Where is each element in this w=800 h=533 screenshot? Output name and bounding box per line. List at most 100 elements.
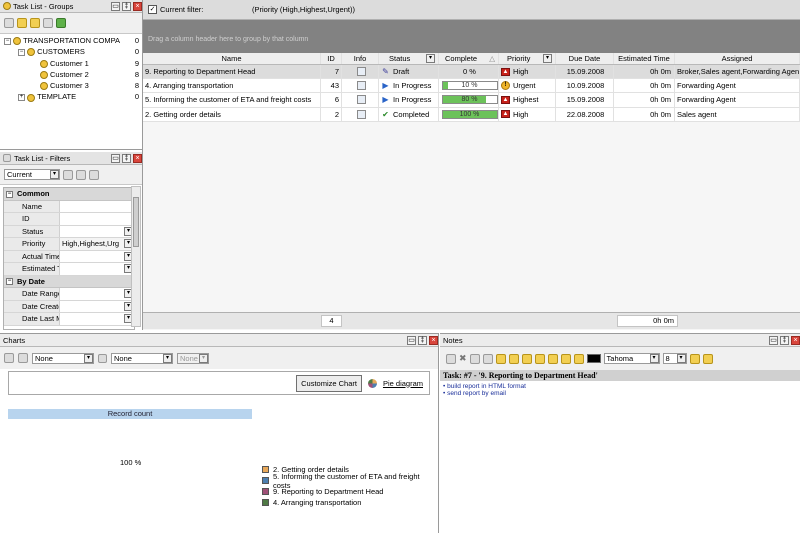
prop-estimated-time[interactable]: Estimated T ▾ <box>4 263 134 276</box>
float-window-button[interactable]: ▭ <box>407 335 416 345</box>
tree-node-customer-2[interactable]: Customer 2 8 <box>0 69 142 80</box>
prop-id[interactable]: ID <box>4 213 134 226</box>
collapse-icon[interactable]: − <box>4 37 11 45</box>
cell-info[interactable] <box>342 93 379 107</box>
table-row[interactable]: 2. Getting order details 2 ✔ Completed 10… <box>143 107 800 122</box>
delete-note-icon[interactable]: ✖ <box>459 353 467 364</box>
col-name[interactable]: Name <box>143 53 321 64</box>
col-complete[interactable]: Complete △ <box>439 53 499 64</box>
chevron-down-icon: ▾ <box>163 353 172 363</box>
collapse-icon[interactable]: − <box>18 48 25 56</box>
pin-window-button[interactable]: ‡ <box>122 1 131 11</box>
add-group-icon[interactable] <box>17 18 27 28</box>
chevron-down-icon[interactable]: ▾ <box>543 54 552 63</box>
prop-priority[interactable]: Priority High,Highest,Urg ▾ <box>4 238 134 251</box>
pie-diagram-link[interactable]: Pie diagram <box>383 379 423 388</box>
chart-save-icon[interactable] <box>4 353 14 363</box>
close-groups-button[interactable]: × <box>133 1 142 11</box>
align-center-icon[interactable] <box>547 353 558 364</box>
chart-print-icon[interactable] <box>18 353 28 363</box>
float-window-button[interactable]: ▭ <box>111 153 120 163</box>
cell-info[interactable] <box>342 79 379 93</box>
chart-field-1-select[interactable]: None ▾ <box>32 352 94 364</box>
group-by-area[interactable]: Drag a column header here to group by th… <box>143 20 800 53</box>
print-icon[interactable] <box>482 353 493 364</box>
bullets-icon[interactable] <box>573 353 584 364</box>
col-estimated-time[interactable]: Estimated Time <box>614 53 675 64</box>
tree-node-customer-1[interactable]: Customer 1 9 <box>0 58 142 69</box>
tree-node-template[interactable]: + TEMPLATE 0 <box>0 91 142 102</box>
filter-preset-select[interactable]: Current ▾ <box>4 169 60 180</box>
col-info[interactable]: Info <box>342 53 379 64</box>
bold-icon[interactable] <box>495 353 506 364</box>
collapse-icon[interactable]: − <box>6 190 13 198</box>
italic-icon[interactable] <box>508 353 519 364</box>
filter-checkbox[interactable]: ✓ <box>148 5 157 14</box>
customize-chart-button[interactable]: Customize Chart <box>296 374 362 392</box>
float-window-button[interactable]: ▭ <box>111 1 120 11</box>
font-grow-icon[interactable] <box>689 353 700 364</box>
prop-status[interactable]: Status ▾ <box>4 225 134 238</box>
chevron-down-icon: ▾ <box>676 354 686 363</box>
close-notes-button[interactable]: × <box>791 335 800 345</box>
tree-node-customer-3[interactable]: Customer 3 8 <box>0 80 142 91</box>
filter-options-icon[interactable] <box>76 169 86 180</box>
prop-name[interactable]: Name <box>4 200 134 213</box>
note-body[interactable]: • build report in HTML format • send rep… <box>440 381 800 399</box>
float-window-button[interactable]: ▭ <box>769 335 778 345</box>
col-id[interactable]: ID <box>321 53 342 64</box>
priority-high-icon: ▲ <box>501 67 510 76</box>
pie-chart-icon <box>367 378 377 388</box>
attachment-icon[interactable] <box>356 81 366 91</box>
cell-info[interactable] <box>342 65 379 79</box>
chart-field-3-select[interactable]: None ▾ <box>177 352 209 364</box>
attachment-icon[interactable] <box>356 95 366 105</box>
collapse-icon[interactable]: − <box>6 278 13 286</box>
attachment-icon[interactable] <box>356 67 366 77</box>
table-row[interactable]: 4. Arranging transportation 43 ▶ In Progr… <box>143 79 800 94</box>
save-filter-icon[interactable] <box>63 169 73 180</box>
col-assigned[interactable]: Assigned <box>675 53 800 64</box>
col-due-date[interactable]: Due Date <box>556 53 614 64</box>
chevron-down-icon[interactable]: ▾ <box>426 54 435 63</box>
filters-scrollbar[interactable] <box>131 186 141 327</box>
pin-window-button[interactable]: ‡ <box>122 153 131 163</box>
prop-date-range[interactable]: Date Range ▾ <box>4 288 134 301</box>
filter-icon[interactable] <box>4 18 14 28</box>
close-charts-button[interactable]: × <box>429 335 438 345</box>
scroll-thumb[interactable] <box>133 197 139 247</box>
tree-node-customers[interactable]: − CUSTOMERS 0 <box>0 46 142 57</box>
align-left-icon[interactable] <box>534 353 545 364</box>
prop-date-last-modified[interactable]: Date Last M ▾ <box>4 313 134 326</box>
font-color-picker[interactable] <box>586 354 601 363</box>
pin-window-button[interactable]: ‡ <box>418 335 427 345</box>
font-shrink-icon[interactable] <box>702 353 713 364</box>
chart-field-2-select[interactable]: None ▾ <box>111 352 173 364</box>
save-note-icon[interactable] <box>446 353 456 364</box>
expand-icon[interactable]: + <box>18 94 25 101</box>
pin-window-button[interactable]: ‡ <box>780 335 789 345</box>
category-by-date[interactable]: − By Date <box>4 275 134 288</box>
prop-value[interactable]: High,Highest,Urg <box>60 239 124 248</box>
tree-node-root[interactable]: − TRANSPORTATION COMPA 0 <box>0 35 142 46</box>
attachment-icon[interactable] <box>356 109 366 119</box>
col-priority[interactable]: Priority ▾ <box>499 53 556 64</box>
font-size-select[interactable]: 8 ▾ <box>662 353 687 364</box>
add-subgroup-icon[interactable] <box>30 18 40 28</box>
font-family-select[interactable]: Tahoma ▾ <box>603 353 660 364</box>
edit-group-icon[interactable] <box>43 18 53 28</box>
refresh-icon[interactable] <box>56 18 66 28</box>
table-row[interactable]: 9. Reporting to Department Head 7 ✎ Draft… <box>143 65 800 80</box>
underline-icon[interactable] <box>521 353 532 364</box>
cell-complete: 10 % <box>439 79 499 93</box>
table-row[interactable]: 5. Informing the customer of ETA and fre… <box>143 93 800 108</box>
close-filters-button[interactable]: × <box>133 153 142 163</box>
cell-info[interactable] <box>342 107 379 121</box>
copy-icon[interactable] <box>469 353 480 364</box>
col-status[interactable]: Status ▾ <box>379 53 439 64</box>
category-common[interactable]: − Common <box>4 188 134 201</box>
prop-date-created[interactable]: Date Create ▾ <box>4 300 134 313</box>
clear-filter-icon[interactable] <box>89 169 99 180</box>
prop-actual-time[interactable]: Actual Time ▾ <box>4 250 134 263</box>
align-right-icon[interactable] <box>560 353 571 364</box>
